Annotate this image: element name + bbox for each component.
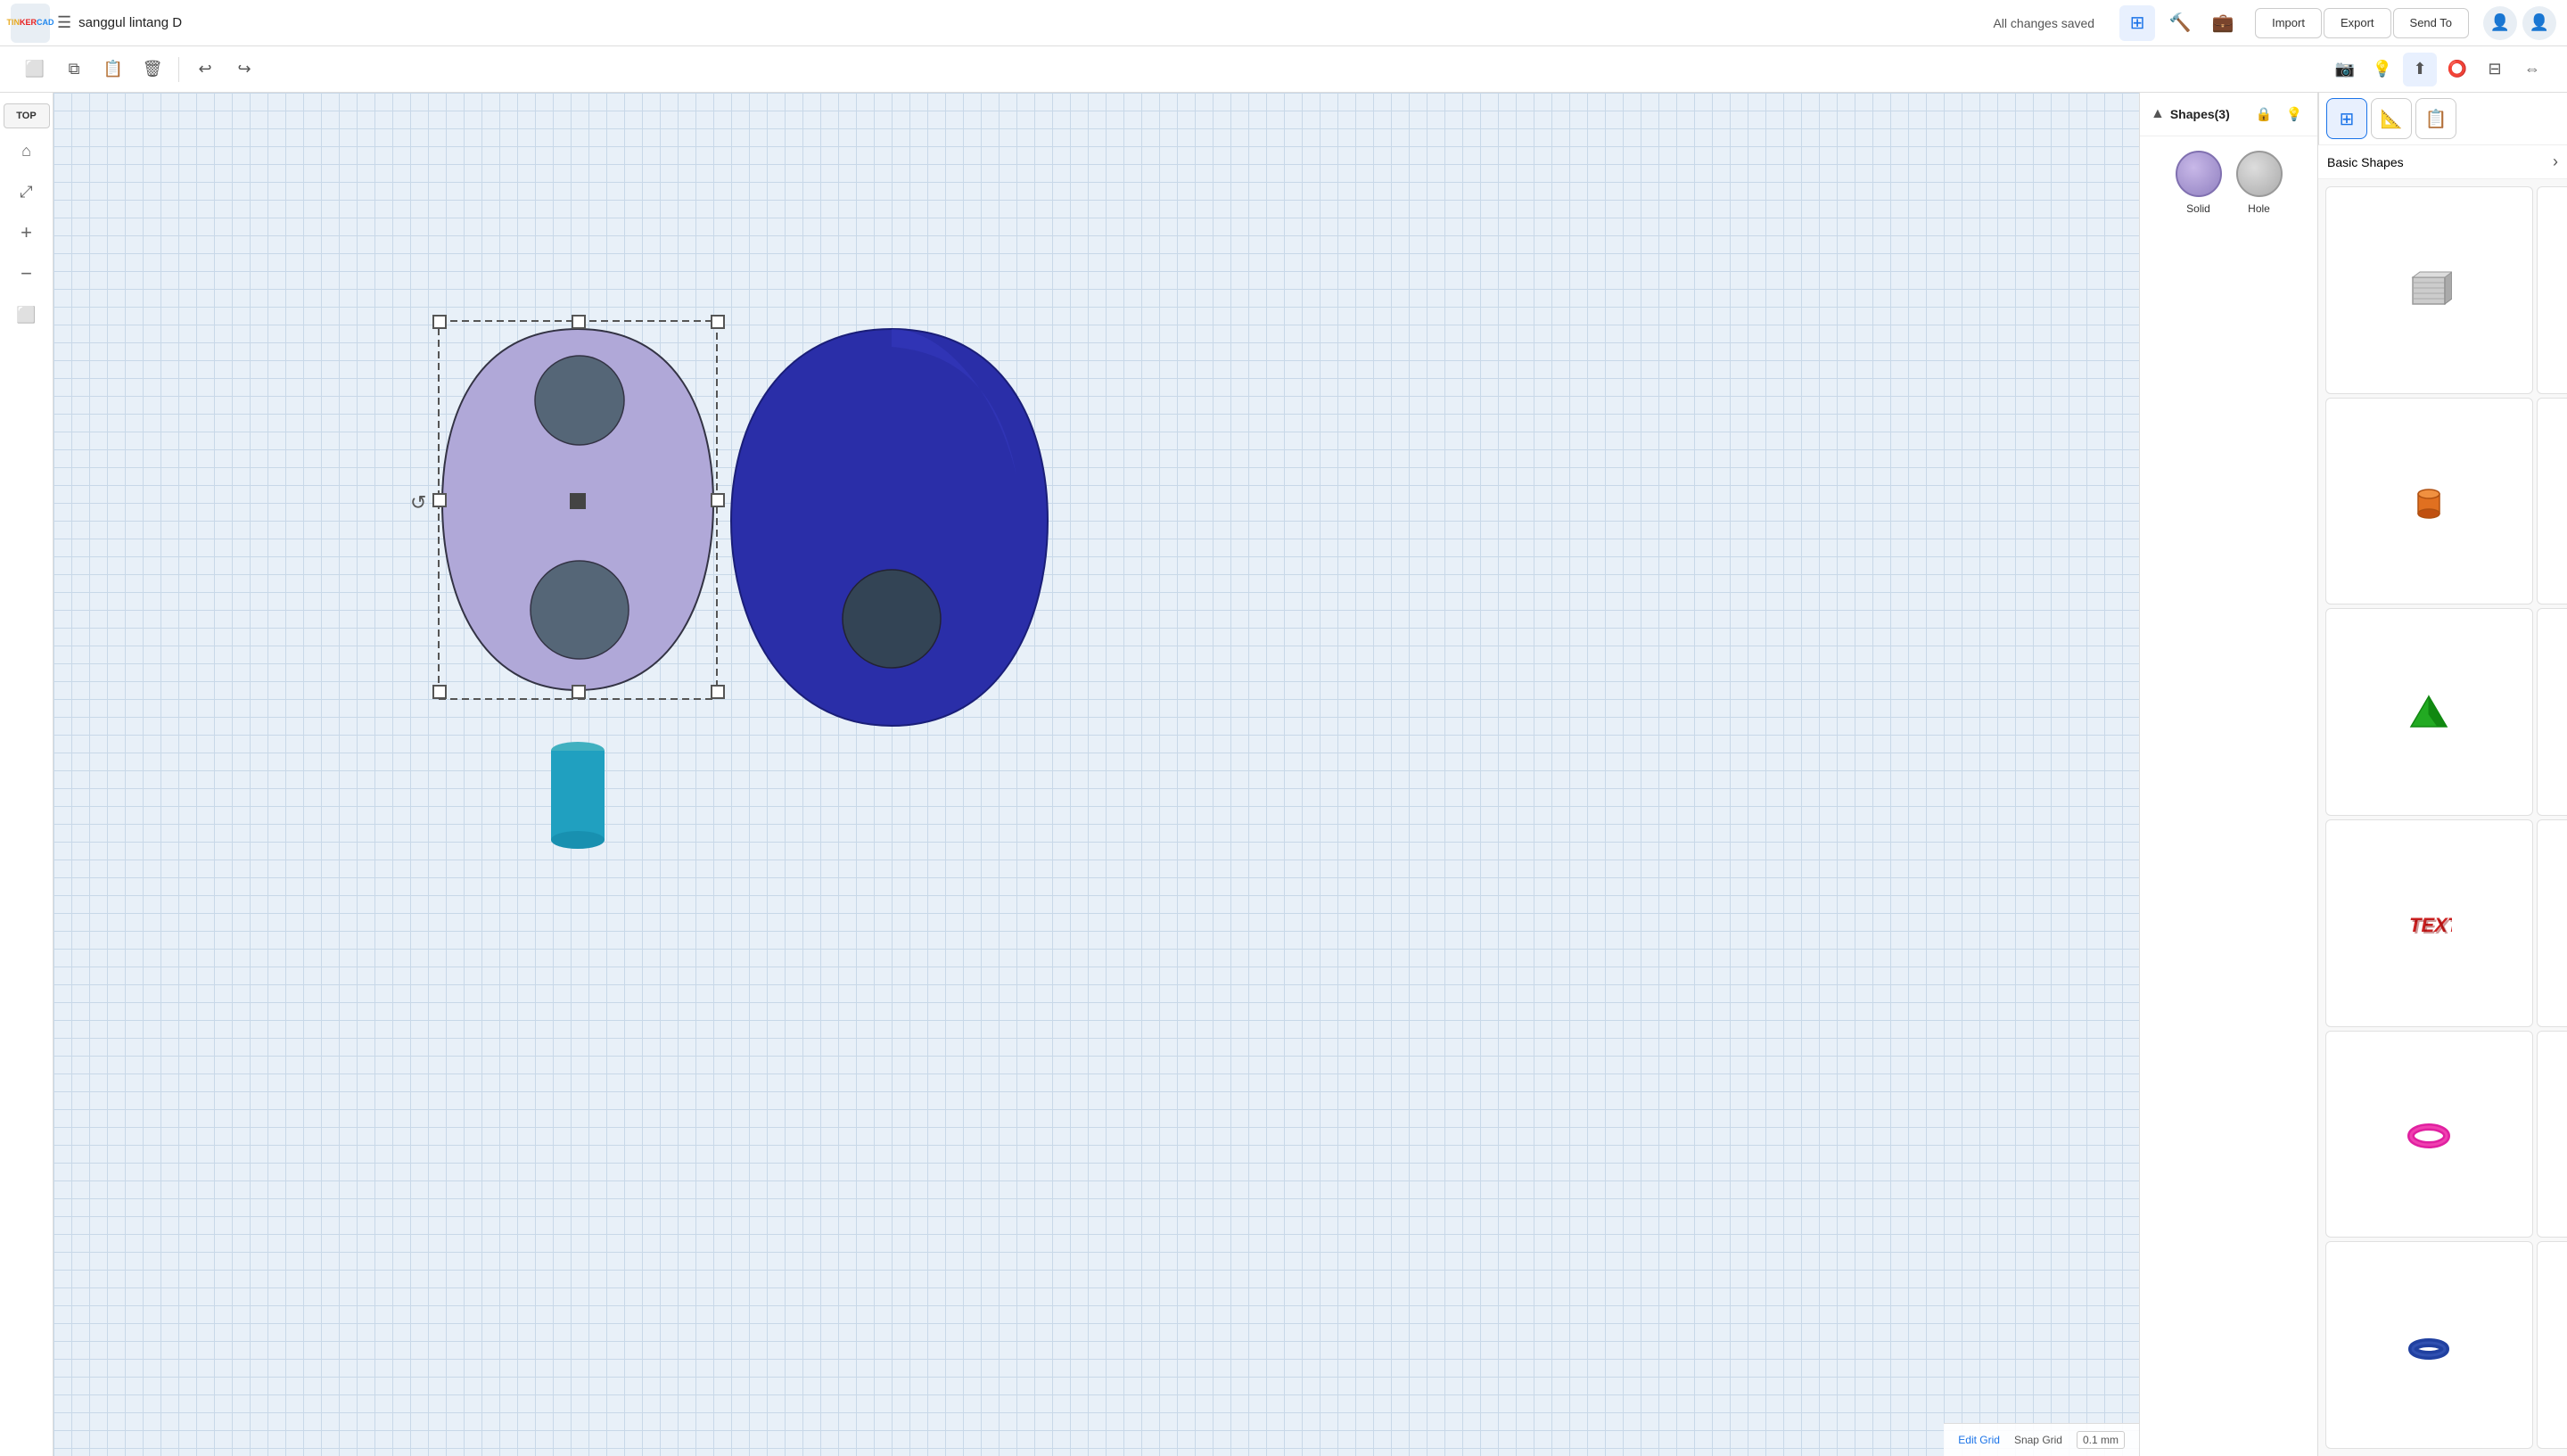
main-layout: TOP ⌂ ⤢ + − ⬜ (0, 93, 2567, 1456)
saved-status: All changes saved (1993, 16, 2094, 30)
shape-left-leaf[interactable] (442, 329, 713, 690)
delete-button[interactable]: 🗑 (136, 53, 169, 86)
canvas-area[interactable]: ↺ Edit Grid Snap Grid 0.1 mm (53, 93, 2139, 1456)
canvas-footer: Edit Grid Snap Grid 0.1 mm (1944, 1423, 2139, 1456)
panel-light-button[interactable]: 💡 (2282, 102, 2307, 127)
shape-blue-cube[interactable] (2537, 1031, 2567, 1238)
import-button[interactable]: Import (2255, 8, 2322, 38)
toolbar-divider (178, 57, 179, 82)
layers-button[interactable]: ⊟ (2478, 53, 2512, 86)
shape-blue-box-small[interactable] (2537, 819, 2567, 1027)
shape-orange-cylinder[interactable] (2325, 398, 2533, 605)
undo-button[interactable]: ↩ (188, 53, 222, 86)
mirror-button[interactable]: ⇔ (2515, 53, 2549, 86)
cursor-button[interactable]: ⬆ (2403, 53, 2437, 86)
hammer-button[interactable]: 🔨 (2162, 5, 2198, 41)
snap-value[interactable]: 0.1 mm (2077, 1431, 2125, 1449)
shapes-grid: TEXT TEXT (2318, 179, 2567, 1456)
camera-button[interactable]: 📷 (2328, 53, 2362, 86)
add-user-button[interactable]: 👤 (2483, 6, 2517, 40)
shape-striped-box[interactable] (2325, 186, 2533, 394)
shapes-library-title: Basic Shapes (2327, 155, 2547, 169)
solid-label: Solid (2186, 202, 2210, 215)
rotate-handle: ↺ (410, 491, 426, 514)
topbar: TIN KER CAD ☰ sanggul lintang D All chan… (0, 0, 2567, 46)
shape-right-leaf[interactable] (731, 329, 1048, 726)
snap-grid-label: Snap Grid (2014, 1434, 2062, 1446)
solid-option[interactable]: Solid (2176, 151, 2222, 215)
toolbar-right: 📷 💡 ⬆ ⭕ ⊟ ⇔ (267, 53, 2549, 86)
action-buttons: Import Export Send To (2255, 8, 2469, 38)
solid-circle (2176, 151, 2222, 197)
edit-grid-button[interactable]: Edit Grid (1958, 1434, 2000, 1446)
send-to-button[interactable]: Send To (2393, 8, 2469, 38)
shape-green-pyramid[interactable] (2325, 608, 2533, 816)
shapes-library-chevron[interactable]: › (2553, 152, 2558, 171)
left-sidebar: TOP ⌂ ⤢ + − ⬜ (0, 93, 53, 1456)
toolbar: ⬜ ⧉ 📋 🗑 ↩ ↪ 📷 💡 ⬆ ⭕ ⊟ ⇔ (0, 46, 2567, 93)
document-title[interactable]: sanggul lintang D (78, 15, 182, 30)
document-icon: ☰ (57, 13, 71, 32)
redo-button[interactable]: ↪ (227, 53, 261, 86)
briefcase-button[interactable]: 💼 (2205, 5, 2241, 41)
shape-grey-cylinder[interactable] (2537, 186, 2567, 394)
panel-lock-button[interactable]: 🔒 (2251, 102, 2276, 127)
hole-circle (2236, 151, 2283, 197)
user-area: 👤 👤 (2483, 6, 2556, 40)
shapes-library-panel: ⊞ 📐 📋 Basic Shapes › (2317, 93, 2567, 1456)
home-view-button[interactable]: ⌂ (8, 132, 45, 169)
panel-chevron[interactable]: ▲ (2151, 106, 2165, 122)
right-top-icons: ⊞ 📐 📋 (2318, 93, 2567, 145)
solid-hole-row: Solid Hole (2140, 136, 2317, 222)
logo: TIN KER CAD (11, 4, 50, 43)
shape-pink-torus[interactable] (2325, 1031, 2533, 1238)
paste-button[interactable]: 📋 (96, 53, 130, 86)
shape-purple-pyramid[interactable] (2537, 608, 2567, 816)
view-label-top[interactable]: TOP (4, 103, 50, 128)
shapes-canvas[interactable]: ↺ (53, 93, 2139, 1456)
svg-text:TEXT: TEXT (2411, 916, 2452, 938)
bulb-button[interactable]: 💡 (2365, 53, 2399, 86)
ruler-button[interactable]: 📐 (2371, 98, 2412, 139)
fit-view-button[interactable]: ⤢ (8, 173, 45, 210)
new-button[interactable]: ⬜ (18, 53, 52, 86)
shape-blue-torus[interactable] (2325, 1241, 2533, 1449)
shape-blue-sphere[interactable] (2537, 398, 2567, 605)
copy-button[interactable]: ⧉ (57, 53, 91, 86)
hole-label: Hole (2248, 202, 2270, 215)
logo-area: TIN KER CAD ☰ sanggul lintang D (11, 4, 207, 43)
shape-text-3d[interactable]: TEXT TEXT (2325, 819, 2533, 1027)
notes-button[interactable]: 📋 (2415, 98, 2456, 139)
right-panel: ▲ Shapes(3) 🔒 💡 Solid Hole (2139, 93, 2317, 1456)
grid-view-button[interactable]: ⊞ (2119, 5, 2155, 41)
circle-select-button[interactable]: ⭕ (2440, 53, 2474, 86)
hole-option[interactable]: Hole (2236, 151, 2283, 215)
shapes-grid-button[interactable]: ⊞ (2326, 98, 2367, 139)
zoom-out-button[interactable]: − (8, 255, 45, 292)
panel-header: ▲ Shapes(3) 🔒 💡 (2140, 93, 2317, 136)
zoom-in-button[interactable]: + (8, 214, 45, 251)
export-button[interactable]: Export (2324, 8, 2391, 38)
shape-bottom-cylinder[interactable] (551, 742, 605, 849)
fit-all-button[interactable]: ⬜ (8, 296, 45, 333)
shapes-library-header: Basic Shapes › (2318, 145, 2567, 179)
shape-orange-donut[interactable] (2537, 1241, 2567, 1449)
profile-button[interactable]: 👤 (2522, 6, 2556, 40)
panel-title: Shapes(3) (2170, 107, 2246, 121)
